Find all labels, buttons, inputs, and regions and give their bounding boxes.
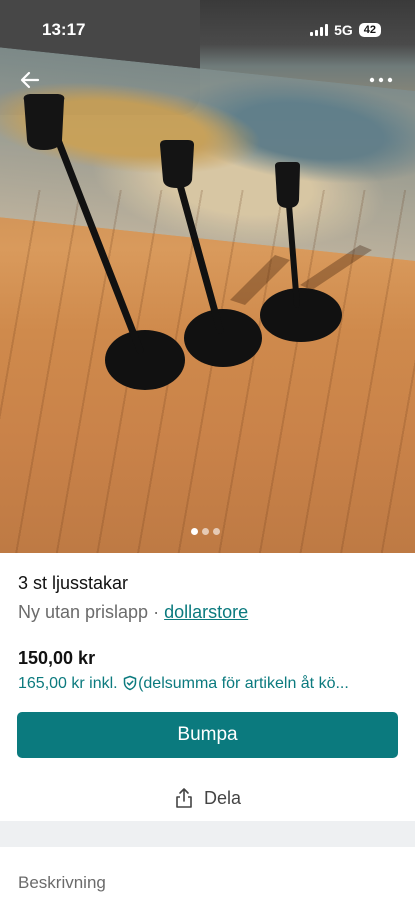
description-heading: Beskrivning xyxy=(18,873,106,892)
share-label: Dela xyxy=(203,787,242,808)
share-button[interactable]: Dela xyxy=(0,783,415,813)
listing-photo[interactable] xyxy=(0,0,415,553)
section-divider xyxy=(0,821,415,847)
network-label: 5G xyxy=(334,22,353,38)
share-icon xyxy=(176,788,192,808)
condition-label: Ny utan prislapp xyxy=(18,602,149,622)
candle-holders-illustration xyxy=(23,94,372,390)
shield-check-icon xyxy=(123,675,137,691)
price-incl-amount: 165,00 kr inkl. xyxy=(18,675,118,692)
gallery-pagination[interactable] xyxy=(191,528,220,535)
status-time: 13:17 xyxy=(42,20,86,39)
more-icon xyxy=(369,77,393,83)
back-button[interactable] xyxy=(16,66,44,94)
listing-price: 150,00 kr xyxy=(18,648,96,668)
signal-icon xyxy=(310,24,329,36)
listing-meta: Ny utan prislapp · dollarstore xyxy=(18,602,248,623)
arrow-left-icon xyxy=(20,71,40,89)
pagination-dot[interactable] xyxy=(213,528,220,535)
brand-link[interactable]: dollarstore xyxy=(164,602,248,622)
status-indicators: 5G 42 xyxy=(310,22,381,38)
listing-title: 3 st ljusstakar xyxy=(18,573,129,593)
status-bar: 13:17 5G 42 xyxy=(0,20,415,44)
pagination-dot[interactable] xyxy=(202,528,209,535)
pagination-dot[interactable] xyxy=(191,528,198,535)
battery-icon: 42 xyxy=(358,23,381,37)
bump-button[interactable]: Bumpa xyxy=(17,712,398,758)
meta-separator: · xyxy=(153,602,160,622)
price-incl-fees[interactable]: 165,00 kr inkl. (delsumma för artikeln å… xyxy=(18,675,403,693)
price-incl-note: (delsumma för artikeln åt kö... xyxy=(138,675,349,692)
more-options-button[interactable] xyxy=(367,66,395,94)
